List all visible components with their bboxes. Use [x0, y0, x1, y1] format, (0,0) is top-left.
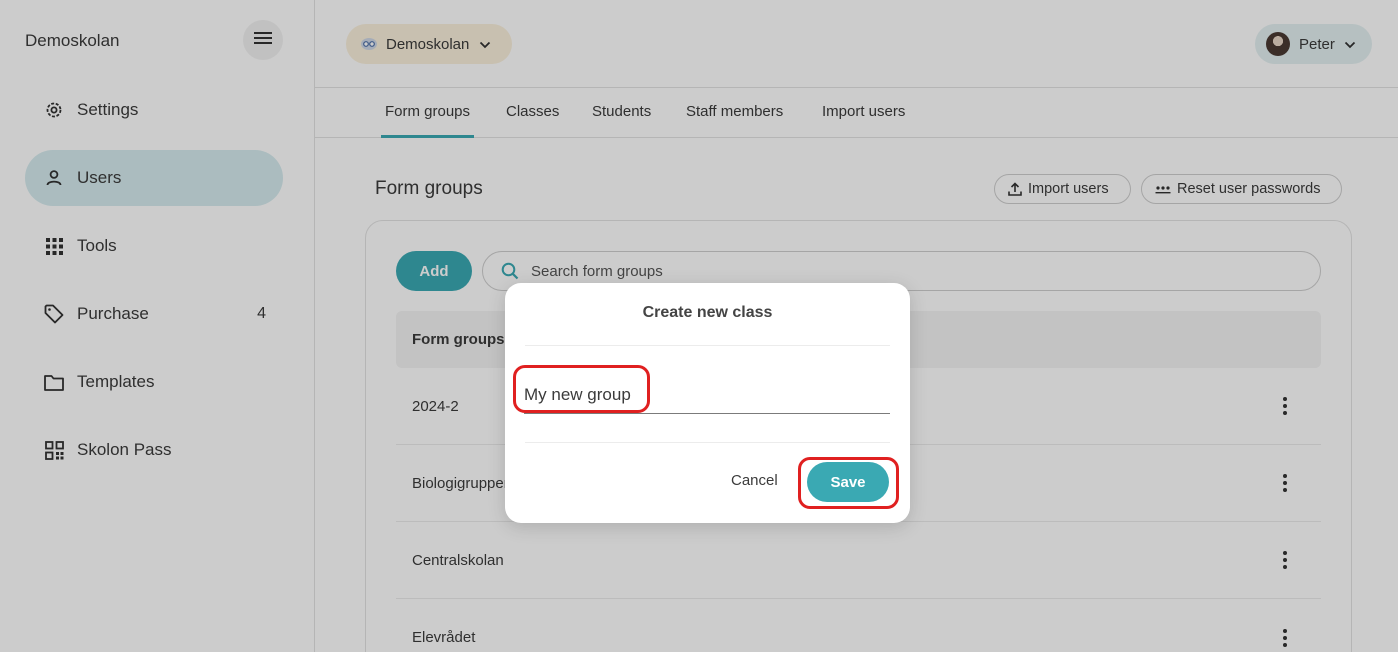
divider — [525, 345, 890, 346]
divider — [525, 442, 890, 443]
save-button[interactable]: Save — [807, 462, 889, 502]
cancel-button[interactable]: Cancel — [731, 472, 778, 489]
class-name-input[interactable] — [524, 376, 890, 414]
create-class-dialog: Create new class Cancel Save — [505, 283, 910, 523]
dialog-title: Create new class — [642, 304, 773, 321]
